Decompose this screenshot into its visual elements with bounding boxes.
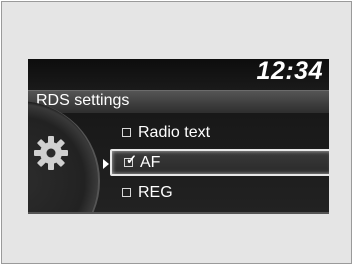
checkbox-radio-text[interactable]	[122, 128, 131, 137]
checkbox-reg[interactable]	[122, 188, 131, 197]
menu-item-label: AF	[140, 153, 161, 171]
check-icon: ✓	[126, 152, 137, 167]
settings-content: Radio text ✓ AF REG	[28, 101, 329, 214]
pointer-icon	[103, 159, 109, 169]
figure-frame: 12:34 RDS settings Radio text ✓ AF REG	[1, 1, 352, 264]
checkbox-af[interactable]: ✓	[124, 153, 137, 167]
clock: 12:34	[256, 59, 323, 85]
menu-item-af[interactable]: ✓ AF	[103, 149, 329, 176]
bottom-divider	[28, 212, 329, 214]
gear-icon	[34, 136, 68, 170]
rds-settings-menu: Radio text ✓ AF REG	[103, 119, 329, 209]
menu-item-label: REG	[138, 183, 173, 201]
menu-item-label: Radio text	[138, 123, 211, 141]
menu-item-radio-text[interactable]: Radio text	[110, 119, 329, 146]
menu-item-reg[interactable]: REG	[110, 179, 329, 206]
display-screen: 12:34 RDS settings Radio text ✓ AF REG	[28, 59, 329, 214]
status-bar: 12:34	[28, 59, 329, 90]
title-bar: RDS settings	[28, 90, 329, 113]
